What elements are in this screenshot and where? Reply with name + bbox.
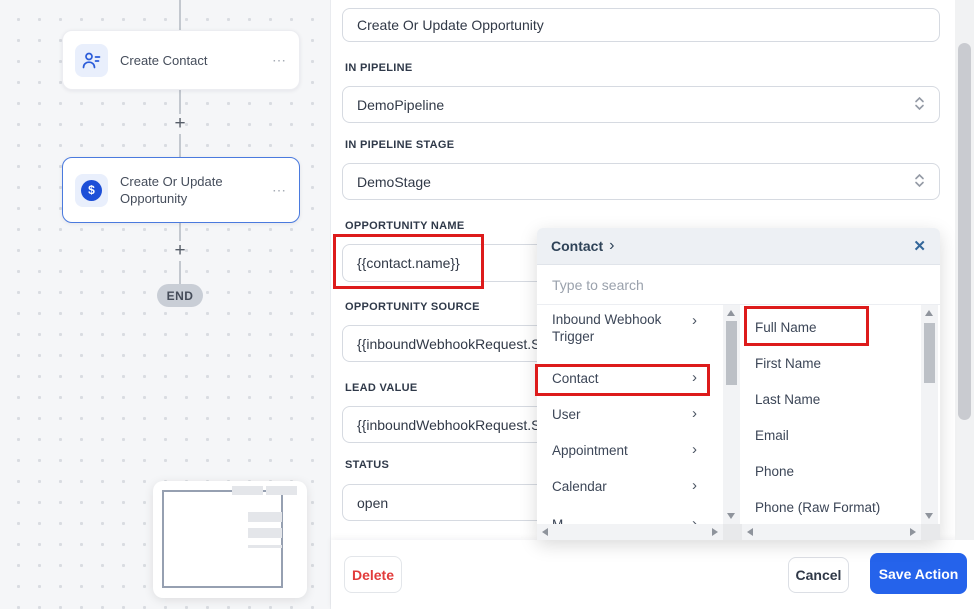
minimap-node-bar <box>248 528 282 538</box>
menu-item-contact[interactable]: Contact › <box>537 370 723 387</box>
end-node: END <box>157 284 203 307</box>
category-hscrollbar[interactable] <box>537 524 723 540</box>
custom-values-dropdown: Contact › ✕ Inbound Webhook Trigger › Co… <box>537 228 940 540</box>
field-label-in-pipeline: IN PIPELINE <box>345 62 412 74</box>
panel-scrollbar[interactable] <box>955 0 974 540</box>
select-value: DemoStage <box>357 174 431 190</box>
connector-line <box>179 134 181 157</box>
field-label-status: STATUS <box>345 459 389 471</box>
scroll-down-icon[interactable] <box>727 513 735 519</box>
node-menu-icon[interactable]: ⋯ <box>272 182 287 199</box>
in-pipeline-select[interactable]: DemoPipeline <box>342 86 940 123</box>
panel-scrollbar-thumb[interactable] <box>958 43 971 420</box>
node-menu-icon[interactable]: ⋯ <box>272 52 287 69</box>
field-label-lead-value: LEAD VALUE <box>345 382 417 394</box>
submenu-item-label: Phone (Raw Format) <box>742 500 880 515</box>
submenu-item-full-name[interactable]: Full Name <box>742 311 921 343</box>
add-step-button[interactable]: + <box>171 114 189 134</box>
scrollbar-corner <box>723 524 742 540</box>
menu-item-label: Contact <box>537 370 692 387</box>
menu-item-calendar[interactable]: Calendar › <box>537 478 723 495</box>
scroll-left-icon[interactable] <box>747 528 753 536</box>
minimap-node-bar <box>248 512 282 522</box>
breadcrumb[interactable]: Contact <box>551 238 603 254</box>
category-scrollbar[interactable] <box>723 305 740 524</box>
minimap-node-bar <box>266 486 297 495</box>
action-title-input[interactable] <box>342 8 940 42</box>
submenu-item-label: Full Name <box>742 320 817 335</box>
minimap-viewport <box>162 490 283 588</box>
workflow-builder-screen: + + Create Contact ⋯ $ Create Or Update … <box>0 0 974 609</box>
scroll-right-icon[interactable] <box>712 528 718 536</box>
field-label-opportunity-name: OPPORTUNITY NAME <box>345 220 465 232</box>
dropdown-search-input[interactable] <box>537 265 940 305</box>
chevron-right-icon: › <box>692 313 697 328</box>
field-scrollbar[interactable] <box>921 305 938 524</box>
submenu-item-label: Phone <box>742 464 794 479</box>
workflow-canvas[interactable]: + + Create Contact ⋯ $ Create Or Update … <box>0 0 330 609</box>
menu-item-user[interactable]: User › <box>537 406 723 423</box>
opportunity-icon: $ <box>75 174 108 207</box>
scroll-up-icon[interactable] <box>925 310 933 316</box>
minimap-node-bar <box>232 486 263 495</box>
scroll-down-icon[interactable] <box>925 513 933 519</box>
menu-item-appointment[interactable]: Appointment › <box>537 442 723 459</box>
connector-line <box>179 0 181 30</box>
submenu-item-label: First Name <box>742 356 821 371</box>
close-icon[interactable]: ✕ <box>913 237 926 255</box>
in-pipeline-stage-select[interactable]: DemoStage <box>342 163 940 200</box>
panel-footer: Delete Cancel Save Action <box>331 540 974 609</box>
scroll-right-icon[interactable] <box>910 528 916 536</box>
menu-item-inbound-webhook-trigger[interactable]: Inbound Webhook Trigger › <box>537 311 723 345</box>
chevron-right-icon: › <box>692 478 697 493</box>
submenu-item-phone[interactable]: Phone <box>742 455 921 487</box>
canvas-minimap[interactable] <box>153 481 307 598</box>
field-label-in-pipeline-stage: IN PIPELINE STAGE <box>345 139 454 151</box>
node-create-contact[interactable]: Create Contact ⋯ <box>62 30 300 90</box>
chevron-right-icon: › <box>692 442 697 457</box>
node-label: Create Contact <box>120 52 272 69</box>
select-value: DemoPipeline <box>357 97 444 113</box>
add-step-button[interactable]: + <box>171 241 189 261</box>
cancel-button[interactable]: Cancel <box>788 557 849 593</box>
menu-item-label: User <box>537 406 692 423</box>
chevron-right-icon: › <box>609 239 614 253</box>
menu-item-label: Calendar <box>537 478 692 495</box>
select-chevron-icon <box>914 172 925 191</box>
submenu-item-last-name[interactable]: Last Name <box>742 383 921 415</box>
chevron-right-icon: › <box>692 406 697 421</box>
menu-item-label: Appointment <box>537 442 692 459</box>
chevron-right-icon: › <box>692 370 697 385</box>
select-chevron-icon <box>914 95 925 114</box>
node-create-or-update-opportunity[interactable]: $ Create Or Update Opportunity ⋯ <box>62 157 300 223</box>
delete-button[interactable]: Delete <box>344 556 402 593</box>
submenu-item-email[interactable]: Email <box>742 419 921 451</box>
scroll-up-icon[interactable] <box>727 310 735 316</box>
save-action-button[interactable]: Save Action <box>870 553 967 594</box>
connector-line <box>179 261 181 284</box>
field-list: Full Name First Name Last Name Email Pho… <box>742 305 940 540</box>
menu-item-label: Inbound Webhook Trigger <box>537 311 692 345</box>
scroll-left-icon[interactable] <box>542 528 548 536</box>
node-label: Create Or Update Opportunity <box>120 173 272 207</box>
category-list: Inbound Webhook Trigger › Contact › User… <box>537 305 742 540</box>
scrollbar-corner <box>921 524 940 540</box>
dropdown-header: Contact › ✕ <box>537 228 940 265</box>
field-label-opportunity-source: OPPORTUNITY SOURCE <box>345 301 480 313</box>
scrollbar-thumb[interactable] <box>726 321 737 385</box>
connector-line <box>179 90 181 114</box>
submenu-item-first-name[interactable]: First Name <box>742 347 921 379</box>
submenu-item-label: Last Name <box>742 392 820 407</box>
submenu-item-label: Email <box>742 428 789 443</box>
connector-line <box>179 223 181 241</box>
submenu-item-phone-raw-format[interactable]: Phone (Raw Format) <box>742 491 921 523</box>
contact-icon <box>75 44 108 77</box>
minimap-node-bar <box>248 545 282 548</box>
dropdown-body: Inbound Webhook Trigger › Contact › User… <box>537 305 940 540</box>
scrollbar-thumb[interactable] <box>924 323 935 383</box>
field-hscrollbar[interactable] <box>742 524 921 540</box>
dollar-icon: $ <box>81 180 102 201</box>
